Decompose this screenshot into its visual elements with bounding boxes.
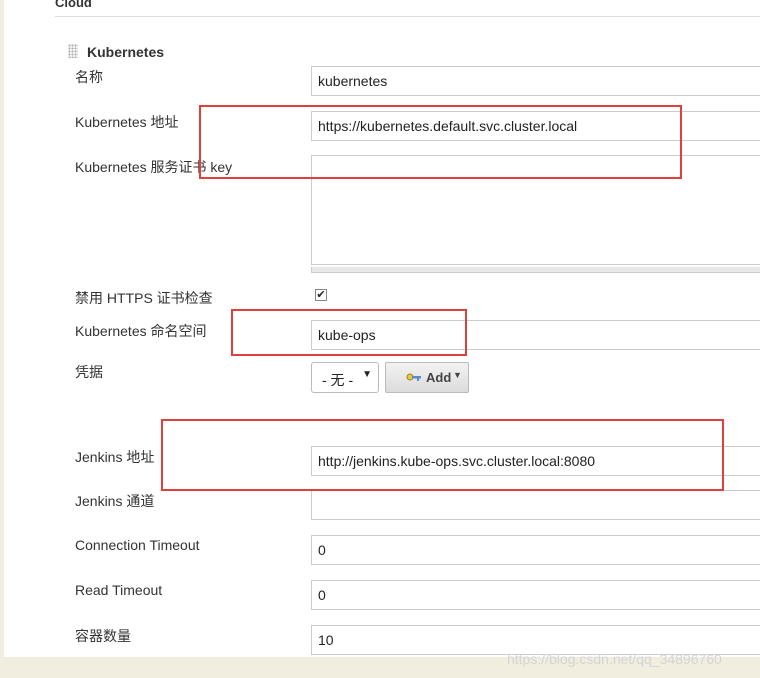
annotation-box-jenkins-url [161,419,724,491]
caret-down-icon: ▼ [453,370,462,380]
credentials-label: 凭据 [75,364,103,380]
read-timeout-input[interactable] [311,580,760,610]
cloud-name-heading: Kubernetes [87,44,165,60]
section-divider [55,16,760,17]
name-label: 名称 [75,69,103,85]
jenkins-url-label: Jenkins 地址 [75,449,155,465]
annotation-box-k8s-url [199,105,682,179]
credentials-select[interactable]: - 无 - ▼ [311,362,379,393]
watermark: https://blog.csdn.net/qq_34896760 [507,651,722,667]
drag-handle-icon[interactable] [68,44,78,58]
key-icon [406,373,421,381]
annotation-box-namespace [231,309,467,356]
container-cap-label: 容器数量 [75,628,131,644]
read-timeout-label: Read Timeout [75,582,163,598]
connection-timeout-input[interactable] [311,535,760,565]
section-title: Cloud [55,0,92,10]
skip-tls-checkbox[interactable]: ✔ [315,289,327,301]
select-arrow-icon: ▼ [362,369,372,380]
credentials-selected-value: - 无 - [322,372,354,388]
connection-timeout-label: Connection Timeout [75,537,200,553]
name-input[interactable] [311,66,760,96]
namespace-label: Kubernetes 命名空间 [75,323,207,339]
add-button-label: Add [426,370,452,385]
k8s-url-label: Kubernetes 地址 [75,114,179,130]
jenkins-tunnel-input[interactable] [311,490,760,520]
textarea-resize-handle[interactable] [311,267,760,273]
add-credentials-button[interactable]: Add ▼ [385,362,469,393]
skip-tls-label: 禁用 HTTPS 证书检查 [75,290,213,306]
jenkins-tunnel-label: Jenkins 通道 [75,493,155,509]
